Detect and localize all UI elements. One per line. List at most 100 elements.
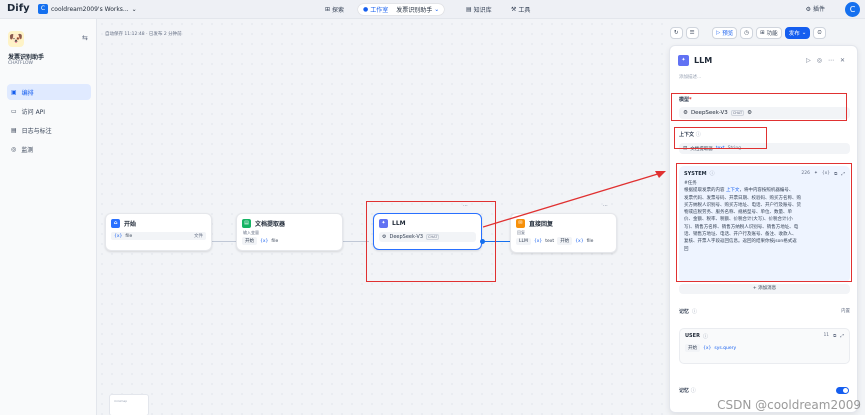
- more-icon[interactable]: ⋯: [828, 57, 834, 64]
- app-type: CHATFLOW: [8, 61, 33, 66]
- dify-logo[interactable]: Dify: [7, 3, 30, 14]
- start-var-type: 文件: [194, 234, 203, 239]
- var-prefix: {x}: [260, 238, 269, 244]
- user-ref-var: sys.query: [714, 345, 737, 351]
- node-start[interactable]: ⌂ 开始 {x} file 文件: [105, 213, 212, 251]
- collapse-icon[interactable]: ⇆: [82, 34, 88, 42]
- plugin-icon: ⚙: [805, 6, 812, 13]
- memory-value[interactable]: 内置: [841, 308, 850, 315]
- clock-icon[interactable]: ⏲: [813, 27, 826, 39]
- plugin-button[interactable]: ⚙ 插件: [806, 4, 825, 13]
- answer-sub-label: 回复: [517, 230, 525, 235]
- header-actions: ▷ 预览 ◷ ⊞ 功能 发布 ⌄ ⏲: [712, 27, 826, 39]
- preview-label: 预览: [722, 31, 734, 37]
- publish-button[interactable]: 发布 ⌄: [784, 27, 811, 39]
- add-message-label: 添加消息: [758, 286, 777, 291]
- highlight-system-prompt: [676, 163, 852, 282]
- add-message-button[interactable]: + 添加消息: [679, 284, 850, 294]
- annotation-arrow: [483, 171, 666, 228]
- node-title: 文档提取器: [255, 221, 286, 228]
- sidebar-item-label: 监测: [21, 146, 34, 154]
- publish-label: 发布: [788, 31, 800, 37]
- expand-icon[interactable]: ⤢: [840, 333, 844, 340]
- workspace-name: cooldream2009's Works...: [51, 5, 129, 13]
- help-icon: ⓘ: [692, 309, 698, 315]
- chevron-down-icon: ⌄: [434, 6, 440, 13]
- answer-var-row: LLM {x} text 开始 {x} file: [516, 237, 611, 245]
- answer-ref-node2: 开始: [557, 237, 573, 245]
- sidebar: 🐶 ⇆ 发票识别助手 CHATFLOW ▣ 编排 ▭ 访问 API ▤ 日志与标…: [0, 19, 97, 415]
- panel-title[interactable]: LLM: [694, 56, 712, 65]
- grid-icon: ⊞: [760, 30, 765, 36]
- answer-ref-var1: text: [545, 238, 555, 244]
- memory-toggle-text: 记忆: [679, 388, 690, 394]
- plus-icon: +: [752, 286, 757, 291]
- plugin-label: 插件: [812, 6, 825, 13]
- monitor-icon: ◎: [11, 145, 17, 153]
- var-prefix: {x}: [533, 238, 543, 244]
- close-icon[interactable]: ✕: [840, 57, 845, 64]
- node-title: 开始: [124, 221, 137, 228]
- app-name: 发票识别助手: [8, 54, 45, 61]
- memory-row: 记忆 ⓘ 内置: [679, 308, 850, 315]
- extractor-ref-var: file: [271, 238, 279, 244]
- start-icon: ⌂: [111, 219, 120, 228]
- user-var-row: 开始 {x} sys.query: [685, 344, 844, 352]
- minimap[interactable]: minimap: [109, 394, 149, 415]
- nav-explore-label: 探索: [332, 7, 345, 14]
- start-var-name: file: [125, 233, 133, 239]
- watermark: CSDN @cooldream2009: [717, 398, 861, 412]
- sidebar-item-logs[interactable]: ▤ 日志与标注: [7, 122, 91, 138]
- sidebar-item-label: 编排: [21, 89, 34, 97]
- avatar[interactable]: C: [845, 2, 860, 17]
- llm-settings-panel: ✦ LLM ▷ ◎ ⋯ ✕ 添加描述... 模型* ⚙ DeepSeek-V3 …: [669, 45, 858, 413]
- top-bar: Dify C cooldream2009's Works... ⌄ ⊞ 探索 ●…: [0, 0, 865, 19]
- history-icon[interactable]: ◷: [740, 27, 754, 39]
- description-input[interactable]: 添加描述...: [679, 74, 701, 80]
- sidebar-item-monitor[interactable]: ◎ 监测: [7, 141, 91, 157]
- copy-icon[interactable]: ⧉: [833, 333, 836, 340]
- extractor-sub-label: 输入变量: [243, 230, 259, 235]
- chevron-down-icon: ⌄: [801, 30, 807, 36]
- workspace-selector[interactable]: C cooldream2009's Works... ⌄: [38, 4, 137, 14]
- preview-button[interactable]: ▷ 预览: [712, 27, 738, 39]
- var-prefix: {x}: [703, 345, 712, 351]
- chevron-down-icon: ⌄: [131, 5, 137, 13]
- help-icon: ⓘ: [702, 334, 708, 340]
- help-icon[interactable]: ◎: [817, 57, 822, 64]
- user-ref-node: 开始: [685, 344, 700, 352]
- nav-studio[interactable]: ● 工作室 发票识别助手 ⌄: [358, 4, 445, 15]
- help-icon: ⓘ: [690, 388, 696, 394]
- nav-app-name[interactable]: 发票识别助手: [396, 5, 432, 14]
- sidebar-item-orchestrate[interactable]: ▣ 编排: [7, 84, 91, 100]
- play-icon: ▷: [716, 30, 721, 36]
- var-prefix: {x}: [575, 238, 584, 244]
- run-icon[interactable]: ▷: [806, 57, 811, 64]
- nav-studio-label: 工作室: [370, 7, 389, 14]
- llm-icon: ✦: [678, 55, 689, 66]
- sync-icon[interactable]: ↻: [670, 27, 683, 39]
- workflow-canvas[interactable]: 自动保存 11:12:48 · 已发布 2 分钟前 ⌂ 开始 {x} file …: [97, 19, 669, 415]
- sidebar-item-label: 日志与标注: [21, 127, 52, 135]
- orchestrate-icon: ▣: [11, 88, 17, 96]
- user-token-count: 11: [823, 333, 830, 338]
- extractor-var-row: 开始 {x} file: [242, 237, 337, 245]
- workspace-badge: C: [38, 4, 48, 14]
- nav-explore[interactable]: ⊞ 探索: [325, 4, 344, 15]
- highlight-llm-node: [366, 201, 496, 282]
- var-prefix: {x}: [114, 233, 123, 239]
- app-icon: 🐶: [8, 31, 24, 47]
- sidebar-menu: ▣ 编排 ▭ 访问 API ▤ 日志与标注 ◎ 监测: [7, 84, 91, 160]
- features-button[interactable]: ⊞ 功能: [756, 27, 782, 39]
- user-prompt-editor[interactable]: USER ⓘ 11 ⧉ ⤢ 开始 {x} sys.query: [679, 328, 850, 364]
- logs-icon: ▤: [11, 126, 17, 134]
- nav-knowledge[interactable]: ▤ 知识库: [466, 4, 492, 15]
- checklist-icon[interactable]: ☰: [685, 27, 699, 39]
- node-document-extractor[interactable]: ▤ 文档提取器 输入变量 开始 {x} file: [236, 213, 343, 251]
- knowledge-icon: ▤: [466, 6, 472, 13]
- nav-tools[interactable]: ⚒ 工具: [511, 4, 530, 15]
- api-icon: ▭: [11, 107, 17, 115]
- sidebar-item-api[interactable]: ▭ 访问 API: [7, 103, 91, 119]
- highlight-context: [674, 127, 767, 149]
- memory-toggle[interactable]: [836, 387, 849, 394]
